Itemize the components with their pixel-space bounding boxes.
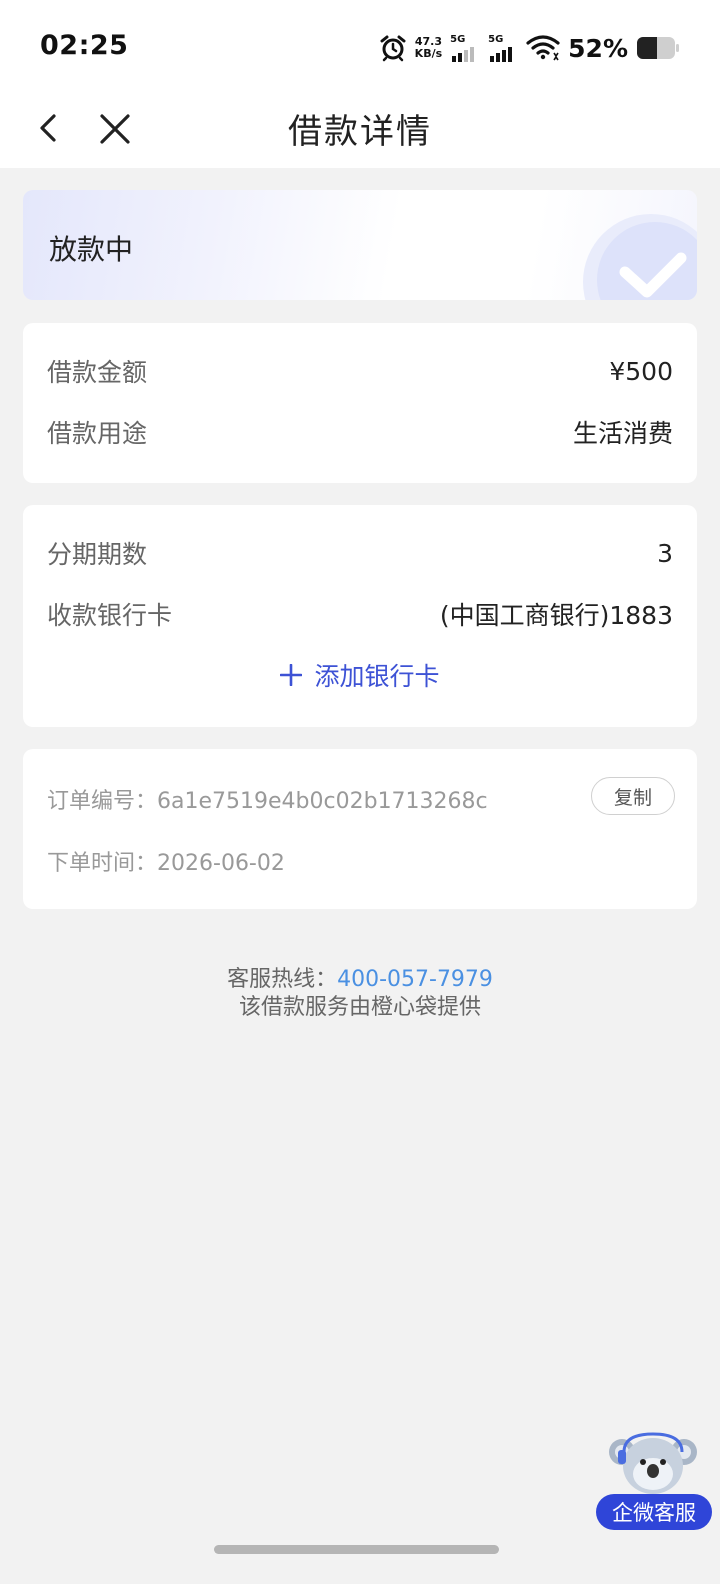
repayment-card: 分期期数 3 收款银行卡 (中国工商银行)1883 添加银行卡 bbox=[23, 505, 697, 727]
order-number-value: 6a1e7519e4b0c02b1713268c bbox=[157, 789, 488, 814]
provider-text: 该借款服务由橙心袋提供 bbox=[238, 995, 481, 1020]
bank-card-row: 收款银行卡 (中国工商银行)1883 bbox=[47, 594, 673, 634]
order-info-card: 订单编号：6a1e7519e4b0c02b1713268c 复制 下单时间：20… bbox=[23, 749, 697, 909]
alarm-icon bbox=[380, 35, 406, 62]
battery-percent: 52% bbox=[568, 33, 628, 63]
add-bank-card-label: 添加银行卡 bbox=[314, 662, 440, 691]
loan-amount-label: 借款金额 bbox=[47, 358, 148, 387]
check-icon bbox=[583, 214, 697, 300]
order-time-value: 2026-06-02 bbox=[157, 851, 285, 876]
status-bar: 02:25 47.3 KB/s 5G 5G 52% bbox=[0, 0, 720, 90]
footer: 客服热线：400-057-7979 该借款服务由橙心袋提供 bbox=[0, 966, 720, 1022]
loan-status-text: 放款中 bbox=[49, 233, 134, 266]
loan-purpose-row: 借款用途 生活消费 bbox=[47, 412, 673, 452]
loan-status-card: 放款中 bbox=[23, 190, 697, 300]
installments-label: 分期期数 bbox=[47, 540, 148, 569]
copy-button[interactable]: 复制 bbox=[591, 777, 675, 815]
hotline-number-link[interactable]: 400-057-7979 bbox=[337, 967, 493, 992]
home-indicator[interactable] bbox=[214, 1545, 499, 1554]
signal-2-label: 5G bbox=[488, 34, 504, 45]
signal-bars-1-icon bbox=[452, 47, 475, 62]
wecom-support-button[interactable]: 企微客服 bbox=[594, 1430, 714, 1530]
page-title: 借款详情 bbox=[288, 112, 432, 152]
battery-icon bbox=[637, 37, 679, 59]
signal-1-label: 5G bbox=[450, 34, 466, 45]
wecom-support-label: 企微客服 bbox=[596, 1494, 712, 1530]
signal-bars-2-icon bbox=[490, 47, 513, 62]
status-time: 02:25 bbox=[40, 30, 129, 61]
plus-icon bbox=[280, 664, 303, 686]
loan-info-card: 借款金额 ¥500 借款用途 生活消费 bbox=[23, 323, 697, 483]
installments-value: 3 bbox=[657, 538, 673, 568]
status-icons: 47.3 KB/s 5G 5G 52% bbox=[379, 30, 680, 66]
network-speed-unit: KB/s bbox=[414, 47, 443, 60]
loan-amount-value: ¥500 bbox=[609, 356, 673, 386]
order-number-row: 订单编号：6a1e7519e4b0c02b1713268c bbox=[47, 783, 488, 815]
add-bank-card-button[interactable]: 添加银行卡 bbox=[23, 655, 697, 695]
bank-card-value: (中国工商银行)1883 bbox=[439, 601, 673, 630]
installments-row: 分期期数 3 bbox=[47, 533, 673, 573]
loan-amount-row: 借款金额 ¥500 bbox=[47, 351, 673, 391]
order-time-label: 下单时间： bbox=[47, 851, 158, 876]
order-number-label: 订单编号： bbox=[47, 789, 158, 814]
wifi-icon bbox=[526, 35, 560, 61]
signal-2: 5G bbox=[488, 34, 518, 62]
bank-card-label: 收款银行卡 bbox=[47, 601, 173, 630]
loan-purpose-label: 借款用途 bbox=[47, 419, 148, 448]
signal-1: 5G bbox=[450, 34, 480, 62]
koala-mascot-icon bbox=[609, 1432, 697, 1494]
order-time-row: 下单时间：2026-06-02 bbox=[47, 845, 285, 877]
loan-purpose-value: 生活消费 bbox=[572, 419, 673, 448]
navigation-bar: 借款详情 bbox=[0, 90, 720, 168]
hotline-label: 客服热线： bbox=[227, 967, 338, 992]
hotline-line: 客服热线：400-057-7979 bbox=[0, 966, 720, 994]
network-speed: 47.3 KB/s bbox=[415, 36, 442, 60]
